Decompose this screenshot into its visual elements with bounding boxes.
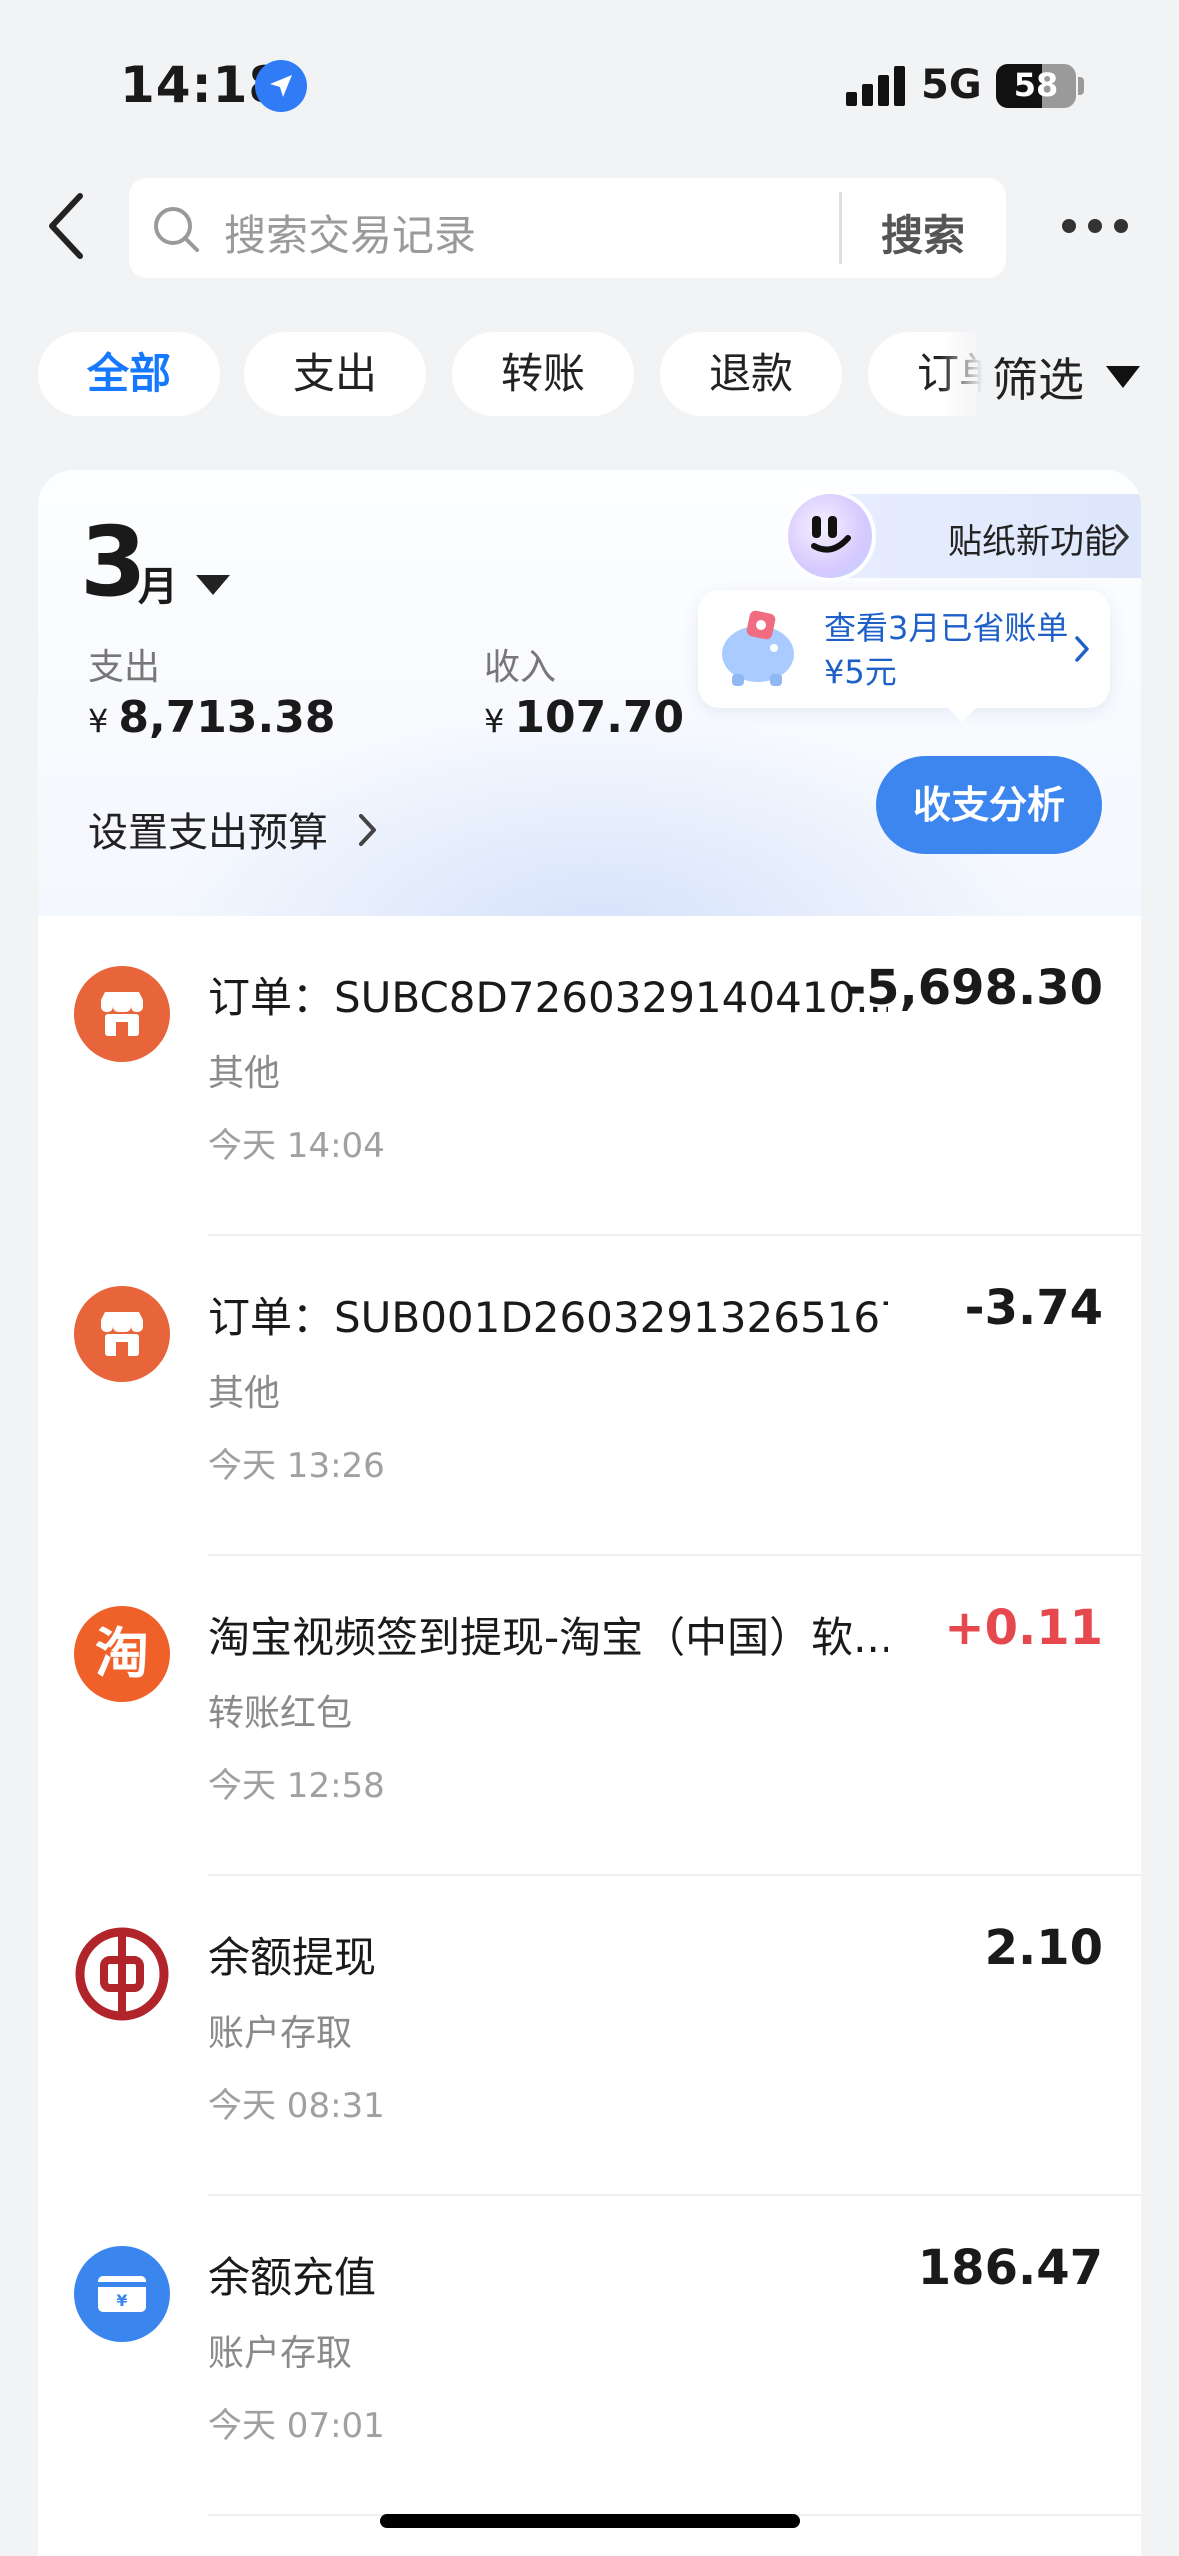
transaction-row[interactable]: 订单：SUBC8D7260329140410... -5,698.30 其他 今… (38, 916, 1141, 1236)
transaction-category: 转账红包 (208, 1693, 353, 1734)
income-value: 107.70 (514, 692, 685, 743)
transaction-title[interactable]: 淘宝视频签到提现-淘宝（中国）软... (208, 1604, 888, 1665)
transaction-title[interactable]: 订单：SUBC8D7260329140410... (208, 964, 888, 1025)
transaction-category: 账户存取 (208, 2333, 353, 2374)
back-arrow-icon[interactable] (40, 186, 96, 266)
search-icon (151, 204, 203, 260)
cellular-signal-icon (846, 66, 906, 106)
transaction-time: 今天 07:01 (208, 2406, 385, 2446)
filter-chip-expense[interactable]: 支出 (244, 332, 426, 416)
transaction-category: 账户存取 (208, 2013, 353, 2054)
transaction-amount: -3.74 (964, 1280, 1103, 1336)
transaction-time: 今天 12:58 (208, 1766, 385, 1806)
store-icon (74, 966, 170, 1062)
month-unit[interactable]: 月 (138, 554, 178, 612)
svg-text:淘: 淘 (95, 1622, 149, 1685)
bank-of-china-icon (74, 1926, 170, 2022)
store-icon (74, 1286, 170, 1382)
taobao-icon: 淘 (74, 1606, 170, 1702)
transaction-row[interactable]: 订单：SUB001D26032913265167C81... -3.74 其他 … (38, 1236, 1141, 1556)
transactions-card: 3 月 支出 ¥8,713.38 收入 ¥107.70 设置支出预算 贴纸新功能 (38, 470, 1141, 2556)
savings-tip-bubble[interactable]: 查看3月已省账单¥5元 (698, 590, 1110, 722)
transaction-time: 今天 08:31 (208, 2086, 385, 2126)
filter-chip-all[interactable]: 全部 (38, 332, 220, 416)
sticker-feature-banner[interactable]: 贴纸新功能 (784, 490, 1141, 582)
transaction-amount: 2.10 (984, 1920, 1103, 1976)
currency-symbol: ¥ (484, 702, 505, 740)
income-expense-analysis-button[interactable]: 收支分析 (876, 756, 1102, 854)
location-arrow-icon (255, 60, 307, 112)
search-input[interactable]: 搜索交易记录 (224, 202, 476, 263)
transaction-row[interactable]: ¥ 余额充值 186.47 账户存取 今天 07:01 (38, 2196, 1141, 2516)
transaction-row[interactable]: 淘 淘宝视频签到提现-淘宝（中国）软... +0.11 转账红包 今天 12:5… (38, 1556, 1141, 1876)
search-divider (839, 192, 842, 264)
transaction-amount: 186.47 (917, 2240, 1103, 2296)
search-bar[interactable]: 搜索交易记录 搜索 (129, 178, 1006, 278)
home-indicator[interactable] (380, 2514, 800, 2528)
expense-value: 8,713.38 (118, 692, 336, 743)
filter-button[interactable]: 筛选 (992, 344, 1084, 410)
transaction-row[interactable]: 余额提现 2.10 账户存取 今天 08:31 (38, 1876, 1141, 2196)
monthly-summary: 3 月 支出 ¥8,713.38 收入 ¥107.70 设置支出预算 贴纸新功能 (38, 470, 1141, 916)
transaction-title[interactable]: 余额充值 (208, 2244, 888, 2305)
caret-down-icon[interactable] (1106, 366, 1140, 388)
income-total: ¥107.70 (484, 692, 684, 743)
transaction-time: 今天 14:04 (208, 1126, 385, 1166)
transaction-title[interactable]: 订单：SUB001D26032913265167C81... (208, 1284, 888, 1345)
assistant-avatar-icon (784, 490, 876, 582)
month-dropdown-icon[interactable] (196, 575, 230, 595)
sticker-banner-text[interactable]: 贴纸新功能 (948, 514, 1118, 563)
month-number[interactable]: 3 (80, 514, 147, 610)
transaction-amount: -5,698.30 (846, 960, 1103, 1016)
expense-total: ¥8,713.38 (88, 692, 335, 743)
search-button[interactable]: 搜索 (881, 202, 965, 263)
piggy-bank-icon (714, 604, 802, 692)
battery-tip (1078, 77, 1084, 95)
transaction-time: 今天 13:26 (208, 1446, 385, 1486)
chevron-right-icon[interactable] (356, 810, 380, 854)
network-type: 5G (921, 62, 982, 108)
expense-label: 支出 (88, 647, 161, 688)
wallet-card-icon: ¥ (74, 2246, 170, 2342)
filter-chip-transfer[interactable]: 转账 (452, 332, 634, 416)
chevron-right-icon[interactable] (1114, 522, 1130, 556)
savings-tip-text[interactable]: 查看3月已省账单¥5元 (824, 606, 1074, 694)
chevron-right-icon[interactable] (1074, 634, 1090, 668)
currency-symbol: ¥ (88, 702, 109, 740)
transaction-category: 其他 (208, 1373, 281, 1414)
more-options-icon[interactable] (1062, 215, 1128, 239)
set-budget-link[interactable]: 设置支出预算 (88, 800, 328, 858)
filter-chip-refund[interactable]: 退款 (660, 332, 842, 416)
svg-text:¥: ¥ (116, 2291, 127, 2310)
battery-icon: 58 (996, 64, 1076, 108)
battery-percent: 58 (1013, 66, 1059, 104)
transaction-category: 其他 (208, 1053, 281, 1094)
transaction-amount: +0.11 (944, 1600, 1103, 1656)
income-label: 收入 (484, 647, 557, 688)
transaction-title[interactable]: 余额提现 (208, 1924, 888, 1985)
